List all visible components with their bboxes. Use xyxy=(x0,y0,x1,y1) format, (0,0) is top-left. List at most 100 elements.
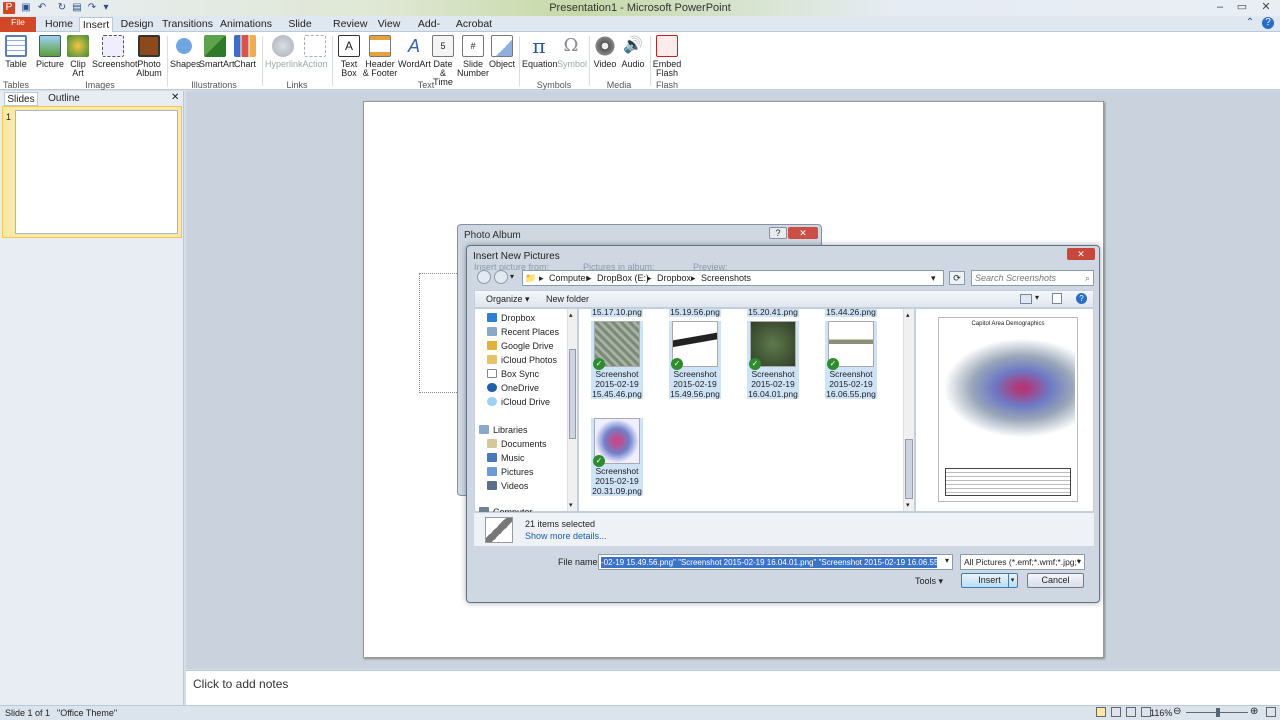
normal-view-icon[interactable] xyxy=(1096,707,1106,717)
back-icon[interactable] xyxy=(477,270,491,284)
nav-item-documents[interactable]: Documents xyxy=(487,439,547,449)
preview-pane-icon[interactable] xyxy=(1052,293,1062,304)
insert-dialog-close-icon[interactable]: ✕ xyxy=(1067,248,1095,260)
scroll-up-icon[interactable]: ▴ xyxy=(569,311,573,319)
fit-slide-icon[interactable] xyxy=(1266,707,1276,717)
zoom-level[interactable]: 116% xyxy=(1150,708,1172,718)
embed-flash-button[interactable]: Embed Flash xyxy=(652,35,682,78)
slide-number-button[interactable]: # Slide Number xyxy=(457,35,489,78)
smartart-button[interactable]: SmartArt xyxy=(199,35,235,69)
tools-button[interactable]: Tools ▾ xyxy=(915,576,943,587)
nav-item-onedrive[interactable]: OneDrive xyxy=(487,383,539,393)
file-scroll-thumb[interactable] xyxy=(905,439,913,499)
reading-view-icon[interactable] xyxy=(1126,707,1136,717)
organize-button[interactable]: Organize ▾ xyxy=(486,294,530,305)
scroll-up-icon[interactable]: ▴ xyxy=(906,311,910,319)
chart-button[interactable]: Chart xyxy=(232,35,258,69)
action-button[interactable]: Action xyxy=(302,35,328,69)
close-pane-icon[interactable]: ✕ xyxy=(171,92,179,103)
file-item[interactable]: ✓ Screenshot 2015-02-19 16.06.55.png xyxy=(825,321,877,399)
forward-icon[interactable] xyxy=(494,270,508,284)
nav-item-icloud-photos[interactable]: iCloud Photos xyxy=(487,355,557,365)
zoom-slider-thumb[interactable] xyxy=(1216,708,1220,717)
file-scrollbar[interactable]: ▴ ▾ xyxy=(903,309,914,511)
slide-thumbnail[interactable] xyxy=(15,110,178,234)
hyperlink-button[interactable]: Hyperlink xyxy=(265,35,303,69)
search-input[interactable]: Search Screenshots ⌕ xyxy=(971,270,1094,286)
refresh-icon[interactable]: ⟳ xyxy=(949,271,965,285)
symbol-button[interactable]: Ω Symbol xyxy=(557,35,587,69)
audio-button[interactable]: 🔊 Audio xyxy=(620,35,646,69)
change-view-icon[interactable] xyxy=(1020,294,1032,304)
tab-slide-show[interactable]: Slide Show xyxy=(276,17,324,44)
nav-scroll-thumb[interactable] xyxy=(569,349,576,439)
tab-design[interactable]: Design xyxy=(118,17,156,32)
breadcrumb[interactable]: 📁 ▸ Computer ▸ DropBox (E:) ▸ Dropbox ▸ … xyxy=(522,270,944,286)
file-item-partial[interactable]: 15.20.41.png xyxy=(747,309,799,317)
zoom-in-icon[interactable]: ⊕ xyxy=(1250,706,1258,717)
breadcrumb-screenshots[interactable]: Screenshots xyxy=(701,271,751,285)
notes-pane[interactable]: Click to add notes xyxy=(186,670,1280,706)
tab-file[interactable]: File xyxy=(0,17,36,32)
file-item[interactable]: ✓ Screenshot 2015-02-19 15.45.46.png xyxy=(591,321,643,399)
tab-animations[interactable]: Animations xyxy=(220,17,272,32)
close-window-icon[interactable]: ✕ xyxy=(1258,1,1274,14)
show-details-link[interactable]: Show more details... xyxy=(525,531,607,541)
new-folder-button[interactable]: New folder xyxy=(546,294,589,304)
maximize-icon[interactable]: ▭ xyxy=(1234,1,1250,14)
minimize-icon[interactable]: – xyxy=(1212,1,1228,14)
file-item[interactable]: ✓ Screenshot 2015-02-19 15.49.56.png xyxy=(669,321,721,399)
tab-slides[interactable]: Slides xyxy=(4,92,38,106)
view-options-icon[interactable]: ▾ xyxy=(1035,293,1039,302)
help-icon[interactable]: ? xyxy=(1262,17,1274,29)
scroll-down-icon[interactable]: ▾ xyxy=(569,501,573,509)
nav-item-libraries[interactable]: Libraries xyxy=(479,425,528,435)
clip-art-button[interactable]: Clip Art xyxy=(66,35,90,78)
content-placeholder[interactable] xyxy=(419,273,459,393)
header-footer-button[interactable]: Header & Footer xyxy=(362,35,398,78)
cancel-button[interactable]: Cancel xyxy=(1027,573,1084,588)
tab-view[interactable]: View xyxy=(375,17,403,32)
help-dialog-icon[interactable]: ? xyxy=(1076,293,1087,304)
album-close-icon[interactable]: ✕ xyxy=(788,227,818,239)
wordart-button[interactable]: A WordArt xyxy=(398,35,431,69)
nav-item-pictures[interactable]: Pictures xyxy=(487,467,534,477)
picture-button[interactable]: Picture xyxy=(36,35,64,69)
video-button[interactable]: Video xyxy=(592,35,618,69)
file-item[interactable]: ✓ Screenshot 2015-02-19 20.31.09.png xyxy=(591,418,643,496)
breadcrumb-computer[interactable]: Computer xyxy=(549,271,589,285)
tab-add-ins[interactable]: Add-Ins xyxy=(411,17,447,44)
file-name-input[interactable]: -02-19 15.49.56.png" "Screenshot 2015-02… xyxy=(598,554,953,570)
file-type-select[interactable]: All Pictures (*.emf;*.wmf;*.jpg;* ▾ xyxy=(960,554,1085,570)
album-help-icon[interactable]: ? xyxy=(769,227,787,239)
file-item-partial[interactable]: 15.19.56.png xyxy=(669,309,721,317)
file-item-partial[interactable]: 15.44.26.png xyxy=(825,309,877,317)
text-box-button[interactable]: A Text Box xyxy=(336,35,362,78)
equation-button[interactable]: π Equation xyxy=(522,35,558,69)
scroll-down-icon[interactable]: ▾ xyxy=(906,501,910,509)
object-button[interactable]: Object xyxy=(489,35,515,69)
tab-transitions[interactable]: Transitions xyxy=(162,17,213,32)
tab-acrobat[interactable]: Acrobat xyxy=(455,17,493,32)
insert-button[interactable]: Insert ▾ xyxy=(961,573,1018,588)
tab-insert[interactable]: Insert xyxy=(79,17,113,32)
file-item[interactable]: ✓ Screenshot 2015-02-19 16.04.01.png xyxy=(747,321,799,399)
nav-item-videos[interactable]: Videos xyxy=(487,481,528,491)
file-item-partial[interactable]: 15.17.10.png xyxy=(591,309,643,317)
file-name-dropdown-icon[interactable]: ▾ xyxy=(945,556,949,565)
minimize-ribbon-icon[interactable]: ⌃ xyxy=(1244,17,1256,29)
address-dropdown-icon[interactable]: ▾ xyxy=(931,271,936,285)
recent-pages-icon[interactable]: ▾ xyxy=(510,272,514,281)
insert-dropdown-icon[interactable]: ▾ xyxy=(1008,574,1016,587)
zoom-out-icon[interactable]: ⊖ xyxy=(1173,706,1181,717)
nav-scrollbar[interactable]: ▴ ▾ xyxy=(567,309,577,511)
screenshot-button[interactable]: Screenshot xyxy=(92,35,138,69)
nav-item-icloud-drive[interactable]: iCloud Drive xyxy=(487,397,550,407)
photo-album-button[interactable]: Photo Album xyxy=(134,35,164,78)
breadcrumb-dropbox-drive[interactable]: DropBox (E:) xyxy=(597,271,649,285)
table-button[interactable]: Table xyxy=(2,35,30,69)
shapes-button[interactable]: Shapes xyxy=(170,35,201,69)
nav-item-google-drive[interactable]: Google Drive xyxy=(487,341,554,351)
tab-home[interactable]: Home xyxy=(42,17,76,32)
nav-item-music[interactable]: Music xyxy=(487,453,525,463)
